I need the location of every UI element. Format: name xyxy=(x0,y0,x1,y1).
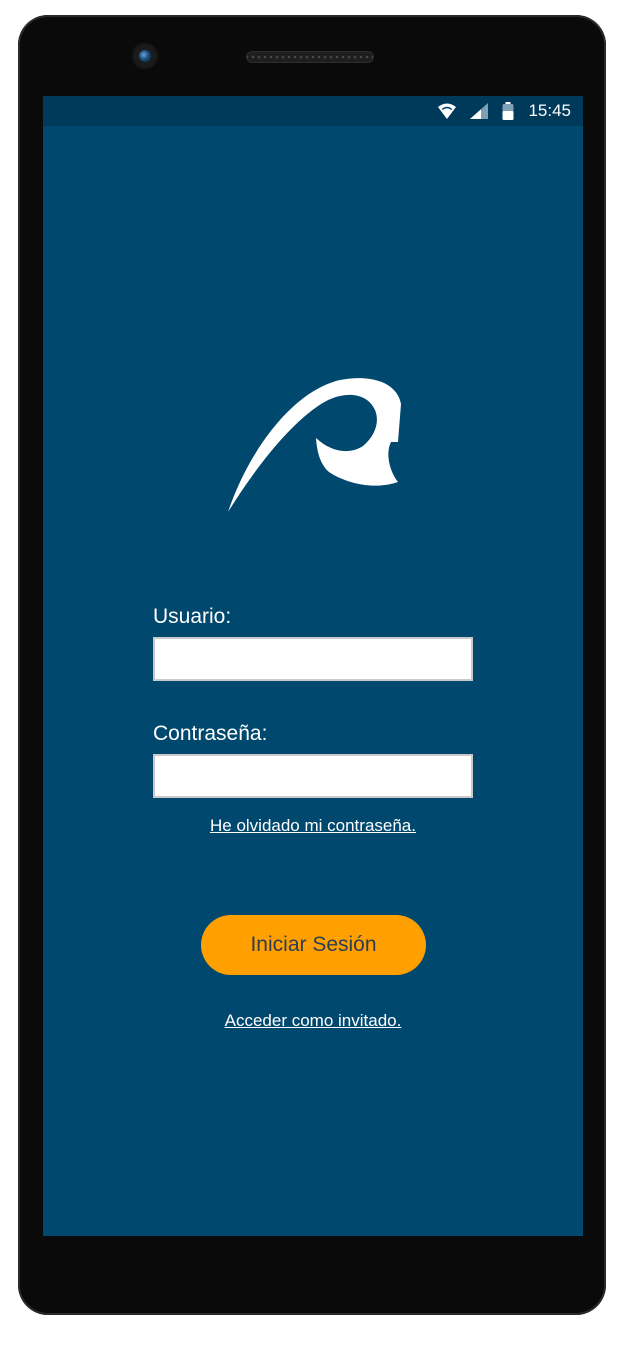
wifi-icon xyxy=(438,103,457,119)
earpiece-speaker xyxy=(246,51,374,63)
phone-frame: 15:45 Usuario: Contraseña: He olvidado m… xyxy=(18,15,606,1315)
signal-icon xyxy=(470,103,489,119)
username-input[interactable] xyxy=(153,637,473,681)
status-icons: 15:45 xyxy=(438,101,571,121)
password-input[interactable] xyxy=(153,754,473,798)
password-label: Contraseña: xyxy=(153,722,268,745)
guest-access-link[interactable]: Acceder como invitado. xyxy=(43,1011,583,1031)
front-camera xyxy=(133,44,157,68)
username-label: Usuario: xyxy=(153,605,232,628)
battery-icon xyxy=(502,102,514,120)
forgot-password-link[interactable]: He olvidado mi contraseña. xyxy=(43,816,583,836)
login-button[interactable]: Iniciar Sesión xyxy=(201,915,426,975)
status-time: 15:45 xyxy=(528,101,571,120)
status-bar: 15:45 xyxy=(43,96,583,126)
app-logo xyxy=(228,378,401,512)
app-screen: 15:45 Usuario: Contraseña: He olvidado m… xyxy=(43,96,583,1236)
